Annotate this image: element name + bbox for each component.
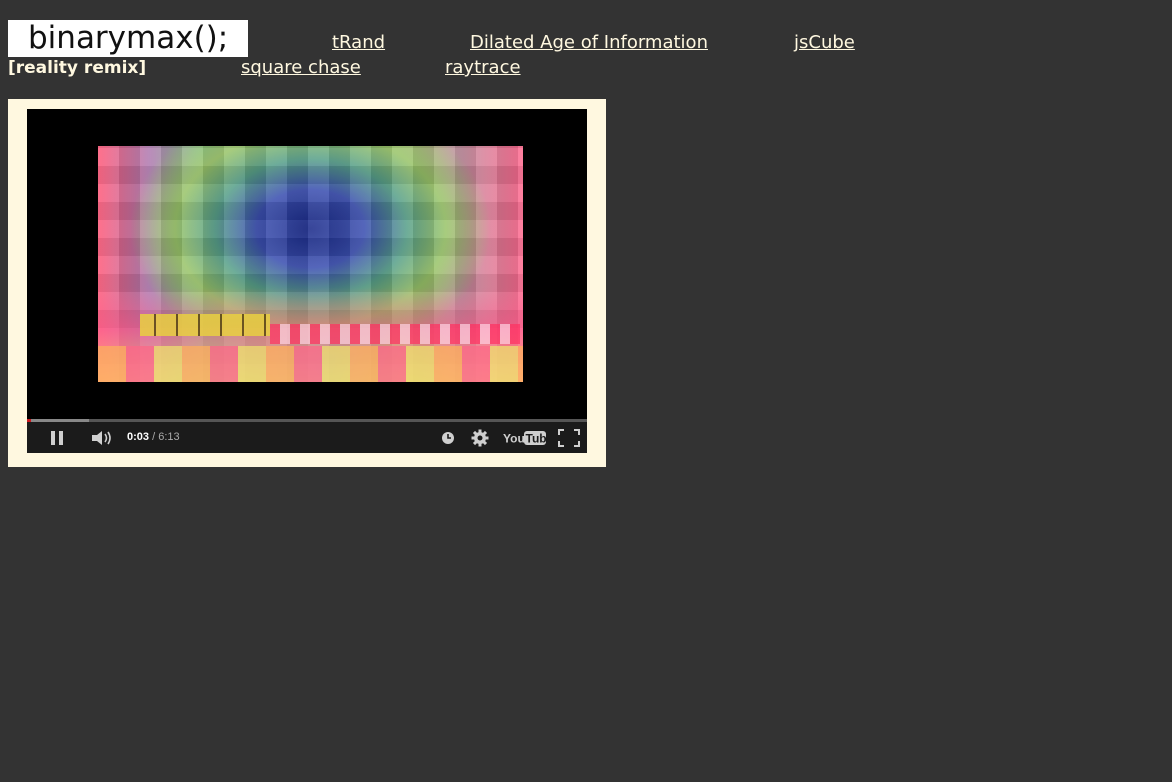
video-floor xyxy=(98,346,523,382)
time-separator: / xyxy=(149,431,159,443)
video-pattern-red xyxy=(270,324,520,344)
nav-link-jscube[interactable]: jsCube xyxy=(794,32,855,54)
svg-text:You: You xyxy=(503,432,525,446)
current-time: 0:03 xyxy=(127,431,150,443)
time-display: 0:03 / 6:13 xyxy=(127,431,180,443)
fullscreen-icon[interactable] xyxy=(558,429,580,452)
video-content[interactable] xyxy=(98,146,523,382)
site-logo[interactable]: binarymax(); xyxy=(8,20,248,57)
watch-later-icon[interactable] xyxy=(441,431,455,450)
nav-link-trand[interactable]: tRand xyxy=(332,32,385,54)
video-player[interactable]: 0:03 / 6:13 YouTube xyxy=(27,109,587,453)
settings-icon[interactable] xyxy=(471,429,489,452)
nav-link-raytrace[interactable]: raytrace xyxy=(445,57,521,79)
volume-icon[interactable] xyxy=(91,430,115,451)
nav-link-square-chase[interactable]: square chase xyxy=(241,57,361,79)
duration: 6:13 xyxy=(158,431,180,443)
svg-text:Tube: Tube xyxy=(526,432,548,446)
nav-link-dilated-age[interactable]: Dilated Age of Information xyxy=(470,32,708,54)
video-pattern-yellow xyxy=(140,314,270,336)
video-frame: 0:03 / 6:13 YouTube xyxy=(8,99,606,467)
player-controls: 0:03 / 6:13 YouTube xyxy=(27,422,587,453)
pause-icon[interactable] xyxy=(49,430,65,451)
nav-current-page: [reality remix] xyxy=(8,58,147,78)
youtube-logo-icon[interactable]: YouTube xyxy=(503,430,554,451)
